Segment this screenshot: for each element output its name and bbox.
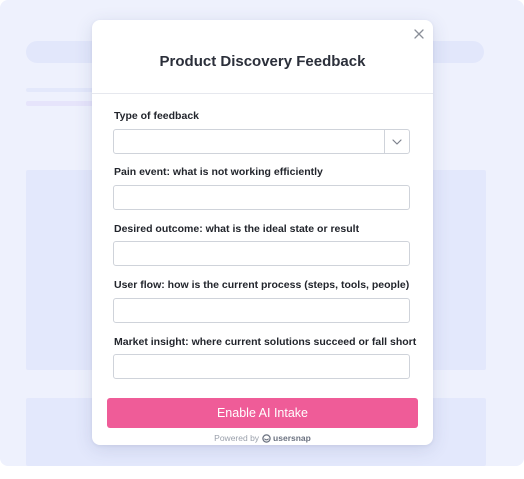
market-insight-input[interactable]	[113, 354, 410, 379]
type-of-feedback-label: Type of feedback	[114, 110, 199, 122]
divider	[92, 93, 433, 94]
feedback-modal: Product Discovery Feedback Type of feedb…	[92, 20, 433, 445]
select-toggle[interactable]	[385, 130, 409, 153]
desired-outcome-label: Desired outcome: what is the ideal state…	[114, 223, 360, 235]
powered-by: Powered by usersnap	[92, 433, 433, 443]
pain-event-input[interactable]	[113, 185, 410, 210]
usersnap-brand-name: usersnap	[273, 433, 311, 443]
powered-by-label: Powered by	[214, 433, 260, 443]
chevron-down-icon	[392, 138, 402, 145]
screen: Product Discovery Feedback Type of feedb…	[0, 0, 524, 479]
enable-ai-intake-button[interactable]: Enable AI Intake	[107, 398, 418, 428]
modal-title: Product Discovery Feedback	[159, 53, 366, 70]
close-icon	[414, 29, 424, 39]
type-of-feedback-select[interactable]	[113, 129, 410, 154]
close-button[interactable]	[409, 24, 429, 44]
usersnap-brand-link[interactable]: usersnap	[262, 433, 311, 443]
usersnap-logo-icon	[262, 433, 271, 443]
pain-event-label: Pain event: what is not working efficien…	[114, 166, 323, 178]
desired-outcome-input[interactable]	[113, 241, 410, 266]
user-flow-label: User flow: how is the current process (s…	[114, 279, 410, 291]
user-flow-input[interactable]	[113, 298, 410, 323]
market-insight-label: Market insight: where current solutions …	[114, 336, 417, 348]
